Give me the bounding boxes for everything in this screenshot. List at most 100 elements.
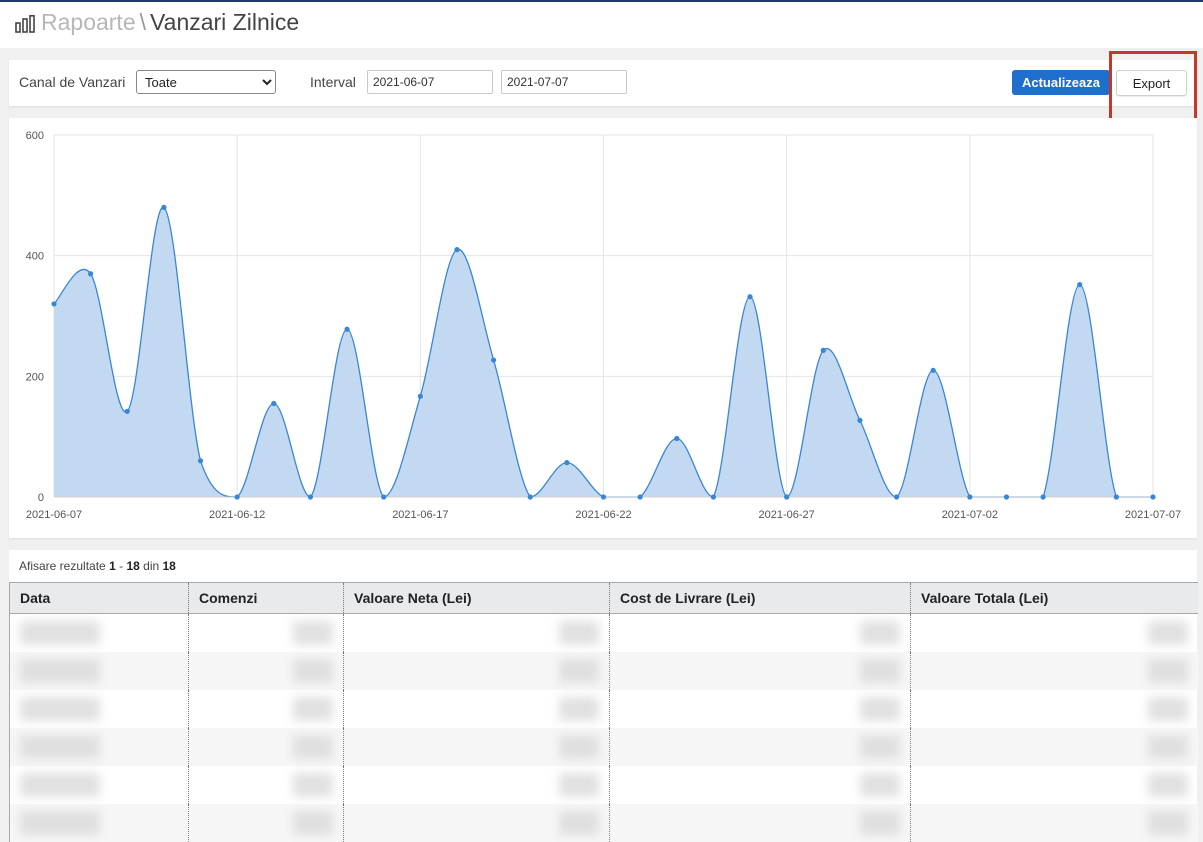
data-point	[271, 400, 277, 407]
redacted-value	[1147, 810, 1188, 835]
column-header-valoare-neta[interactable]: Valoare Neta (Lei)	[343, 582, 610, 614]
redacted-value	[860, 696, 900, 721]
redacted-value	[20, 696, 100, 721]
x-tick-label: 2021-06-27	[759, 509, 815, 521]
table-cell	[609, 765, 911, 804]
table-cell	[910, 613, 1198, 652]
redacted-value	[860, 734, 900, 759]
table-cell	[9, 613, 189, 652]
redacted-value	[293, 772, 333, 797]
range-start: 1	[109, 559, 116, 573]
data-point	[857, 417, 863, 423]
redacted-value	[293, 696, 333, 721]
sales-chart: 0 200 400 600 2021-06-07 2021-06-12 2021-06-17…	[9, 118, 1197, 538]
results-table: Data Comenzi Valoare Neta (Lei) Cost de …	[9, 582, 1198, 842]
data-point	[1040, 494, 1046, 500]
data-point	[381, 494, 387, 500]
data-point	[51, 301, 57, 307]
redacted-value	[860, 810, 900, 835]
redacted-value	[559, 772, 599, 797]
data-point	[564, 460, 570, 466]
table-cell	[609, 651, 911, 690]
data-point	[893, 494, 900, 500]
table-cell	[609, 689, 911, 728]
data-point	[1150, 494, 1156, 500]
summary-prefix: Afisare rezultate	[19, 559, 106, 573]
table-cell	[910, 651, 1198, 690]
data-point	[710, 494, 717, 500]
x-tick-label: 2021-06-07	[26, 509, 82, 521]
redacted-value	[559, 734, 599, 759]
redacted-value	[860, 772, 900, 797]
data-point	[1077, 282, 1083, 288]
data-point	[600, 494, 607, 500]
column-header-data[interactable]: Data	[9, 582, 189, 614]
table-cell	[9, 765, 189, 804]
x-tick-label: 2021-07-02	[942, 509, 998, 521]
data-point	[637, 494, 643, 500]
results-summary: Afisare rezultate 1 - 18 din 18	[19, 559, 176, 573]
x-tick-label: 2021-07-07	[1125, 509, 1181, 521]
column-header-comenzi[interactable]: Comenzi	[188, 582, 344, 614]
data-point	[344, 326, 350, 332]
table-cell	[188, 613, 344, 652]
table-row	[9, 765, 1198, 804]
data-point	[930, 367, 936, 373]
table-cell	[910, 727, 1198, 766]
table-cell	[9, 689, 189, 728]
x-tick-label: 2021-06-17	[392, 509, 448, 521]
table-cell	[188, 727, 344, 766]
column-header-valoare-totala[interactable]: Valoare Totala (Lei)	[910, 582, 1198, 614]
data-point	[454, 247, 460, 253]
redacted-value	[293, 810, 333, 835]
redacted-value	[20, 810, 100, 835]
data-point	[820, 347, 826, 353]
redacted-value	[20, 772, 100, 797]
data-point	[234, 494, 240, 500]
column-header-cost-livrare[interactable]: Cost de Livrare (Lei)	[609, 582, 911, 614]
table-cell	[910, 689, 1198, 728]
redacted-value	[559, 658, 599, 683]
data-point	[88, 271, 94, 277]
redacted-value	[20, 734, 100, 759]
table-cell	[9, 651, 189, 690]
data-point	[747, 294, 753, 300]
table-row	[9, 727, 1198, 766]
data-point	[527, 494, 533, 500]
y-tick-label: 600	[26, 130, 44, 142]
redacted-value	[559, 810, 599, 835]
table-cell	[343, 727, 610, 766]
table-cell	[343, 651, 610, 690]
y-tick-label: 400	[26, 251, 44, 263]
data-point	[491, 357, 497, 363]
data-point	[307, 494, 314, 500]
range-end: 18	[126, 559, 140, 573]
table-cell	[188, 765, 344, 804]
total-count: 18	[162, 559, 176, 573]
redacted-value	[293, 658, 333, 683]
data-point	[417, 393, 423, 399]
redacted-value	[20, 658, 100, 683]
y-tick-label: 200	[26, 371, 44, 383]
redacted-value	[1147, 696, 1188, 721]
redacted-value	[20, 620, 100, 645]
table-row	[9, 651, 1198, 690]
redacted-value	[860, 620, 900, 645]
data-point	[1003, 494, 1010, 500]
results-panel: Afisare rezultate 1 - 18 din 18 Data Com…	[9, 550, 1198, 842]
data-point	[784, 494, 790, 500]
x-tick-label: 2021-06-22	[575, 509, 631, 521]
redacted-value	[1147, 734, 1188, 759]
data-point	[674, 435, 680, 442]
table-row	[9, 689, 1198, 728]
redacted-value	[293, 734, 333, 759]
table-row	[9, 803, 1198, 842]
range-dash: -	[119, 559, 124, 573]
redacted-value	[293, 620, 333, 645]
table-cell	[188, 651, 344, 690]
table-cell	[343, 803, 610, 842]
y-tick-label: 0	[38, 492, 44, 504]
table-cell	[910, 803, 1198, 842]
redacted-value	[1147, 772, 1188, 797]
redacted-value	[559, 620, 599, 645]
